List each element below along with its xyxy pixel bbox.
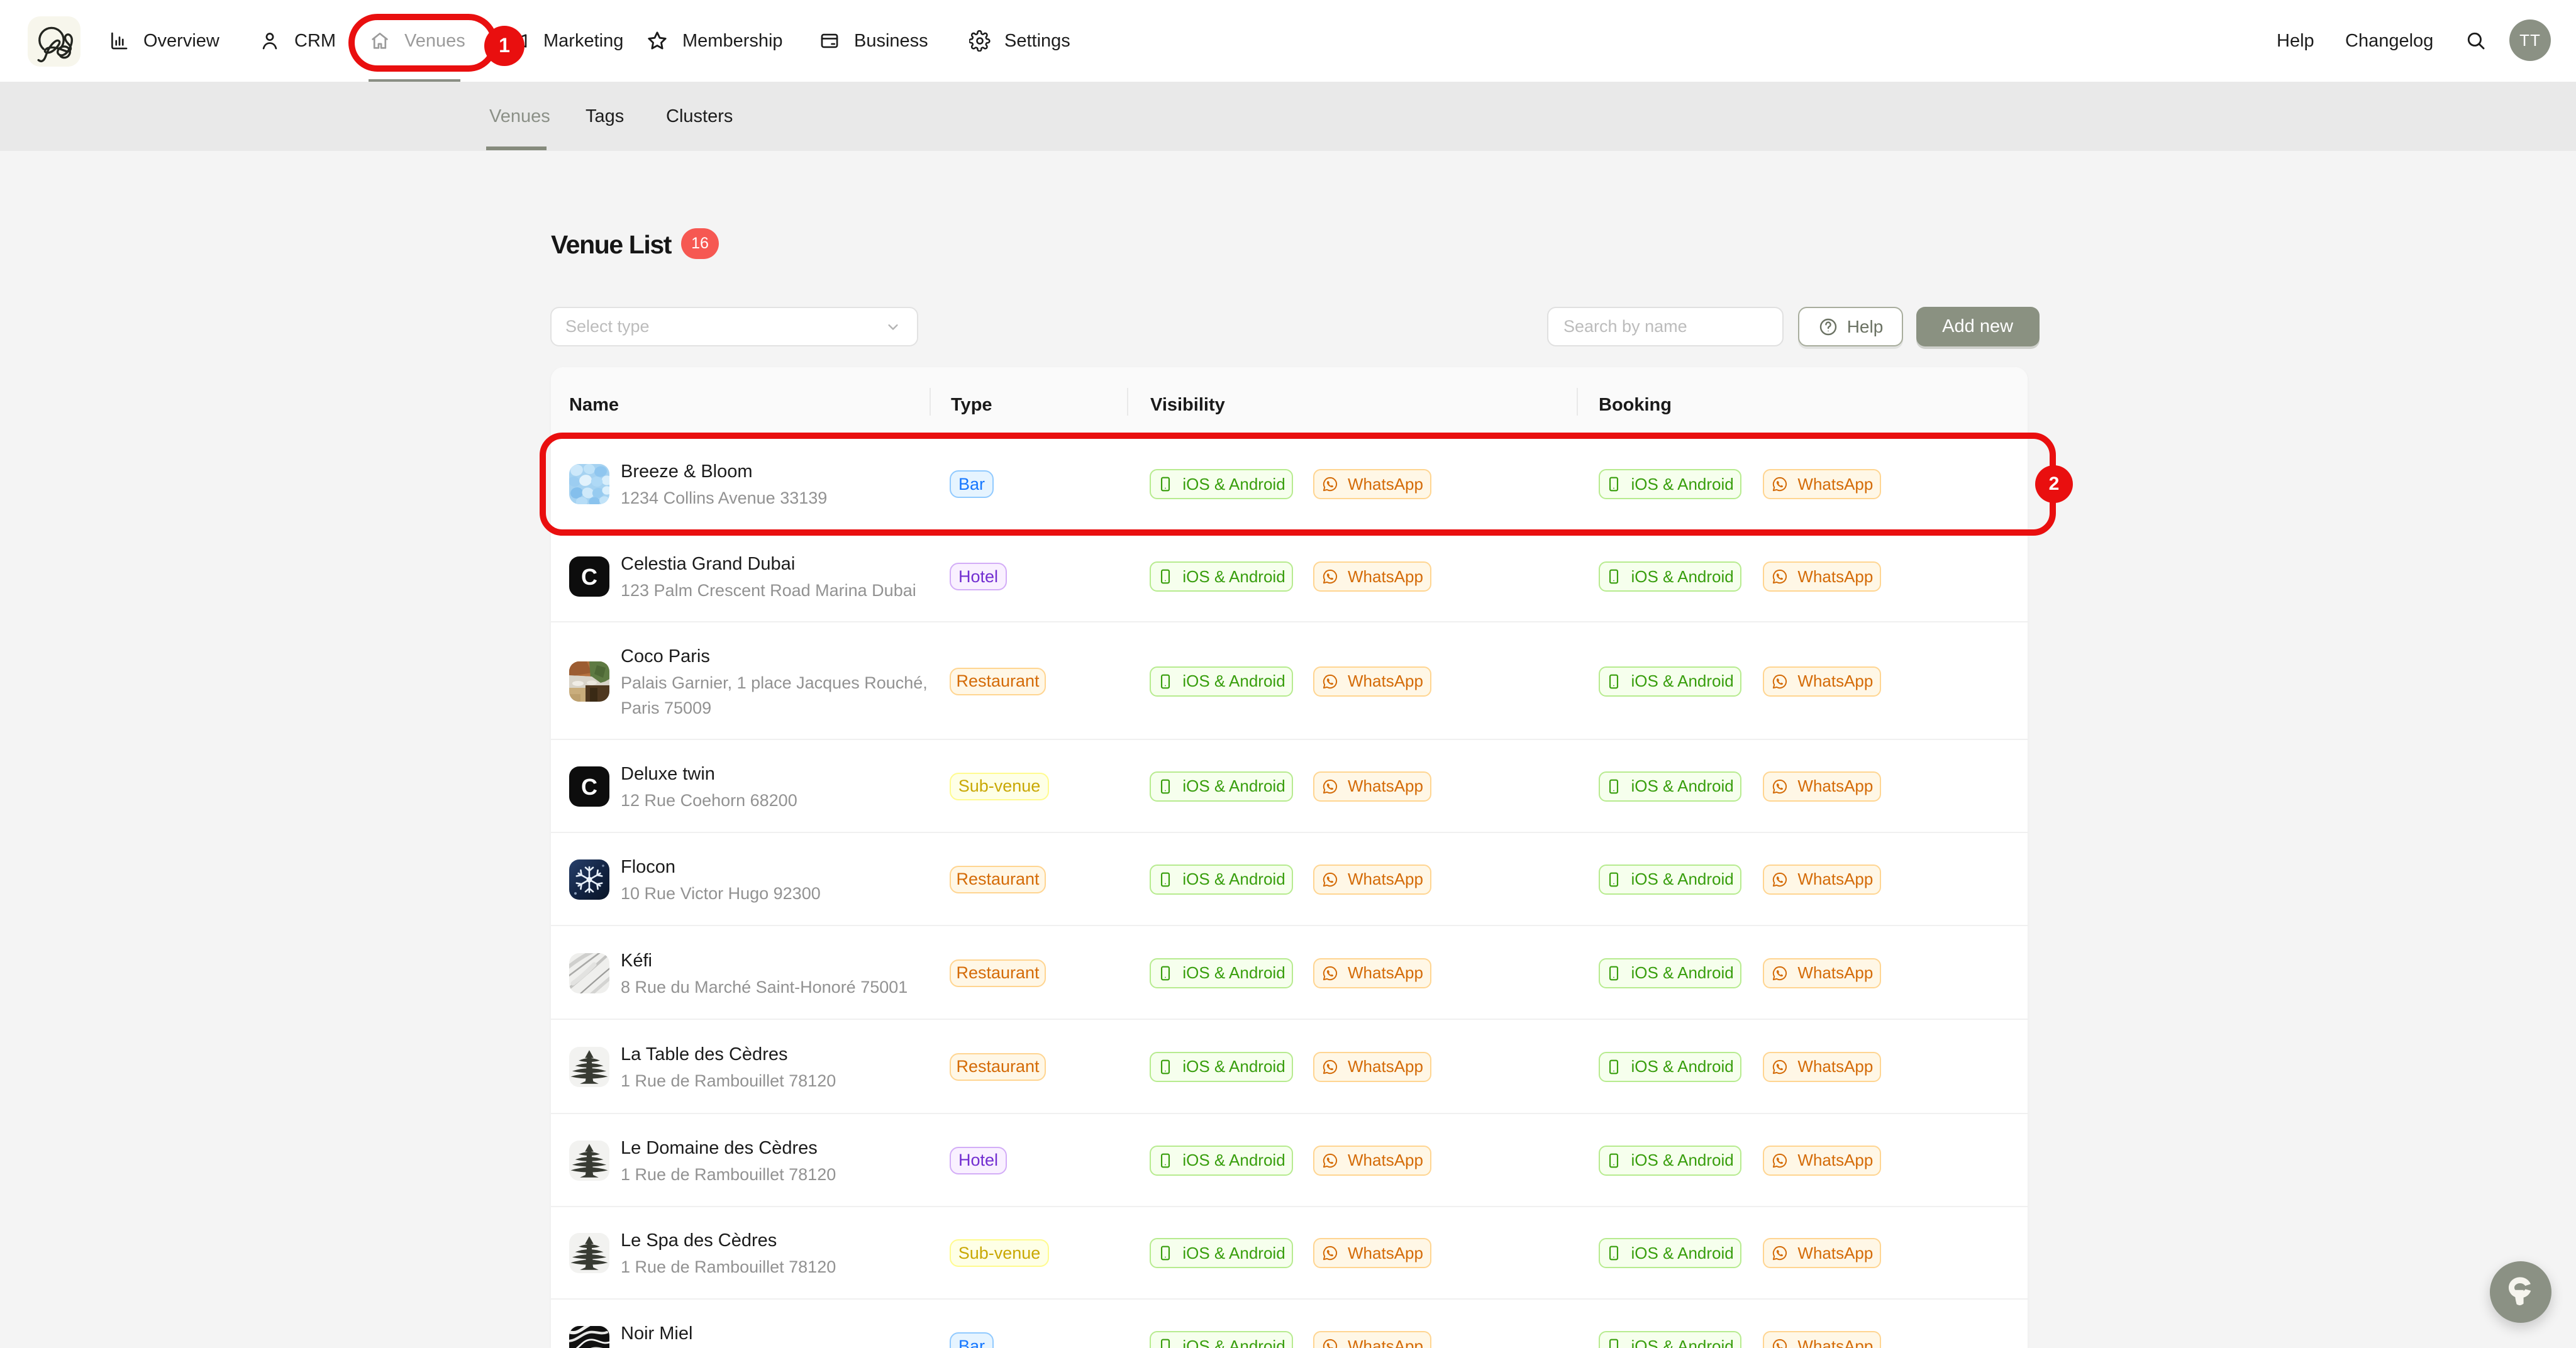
svg-text:C: C — [581, 564, 597, 590]
svg-text:C: C — [581, 774, 597, 800]
